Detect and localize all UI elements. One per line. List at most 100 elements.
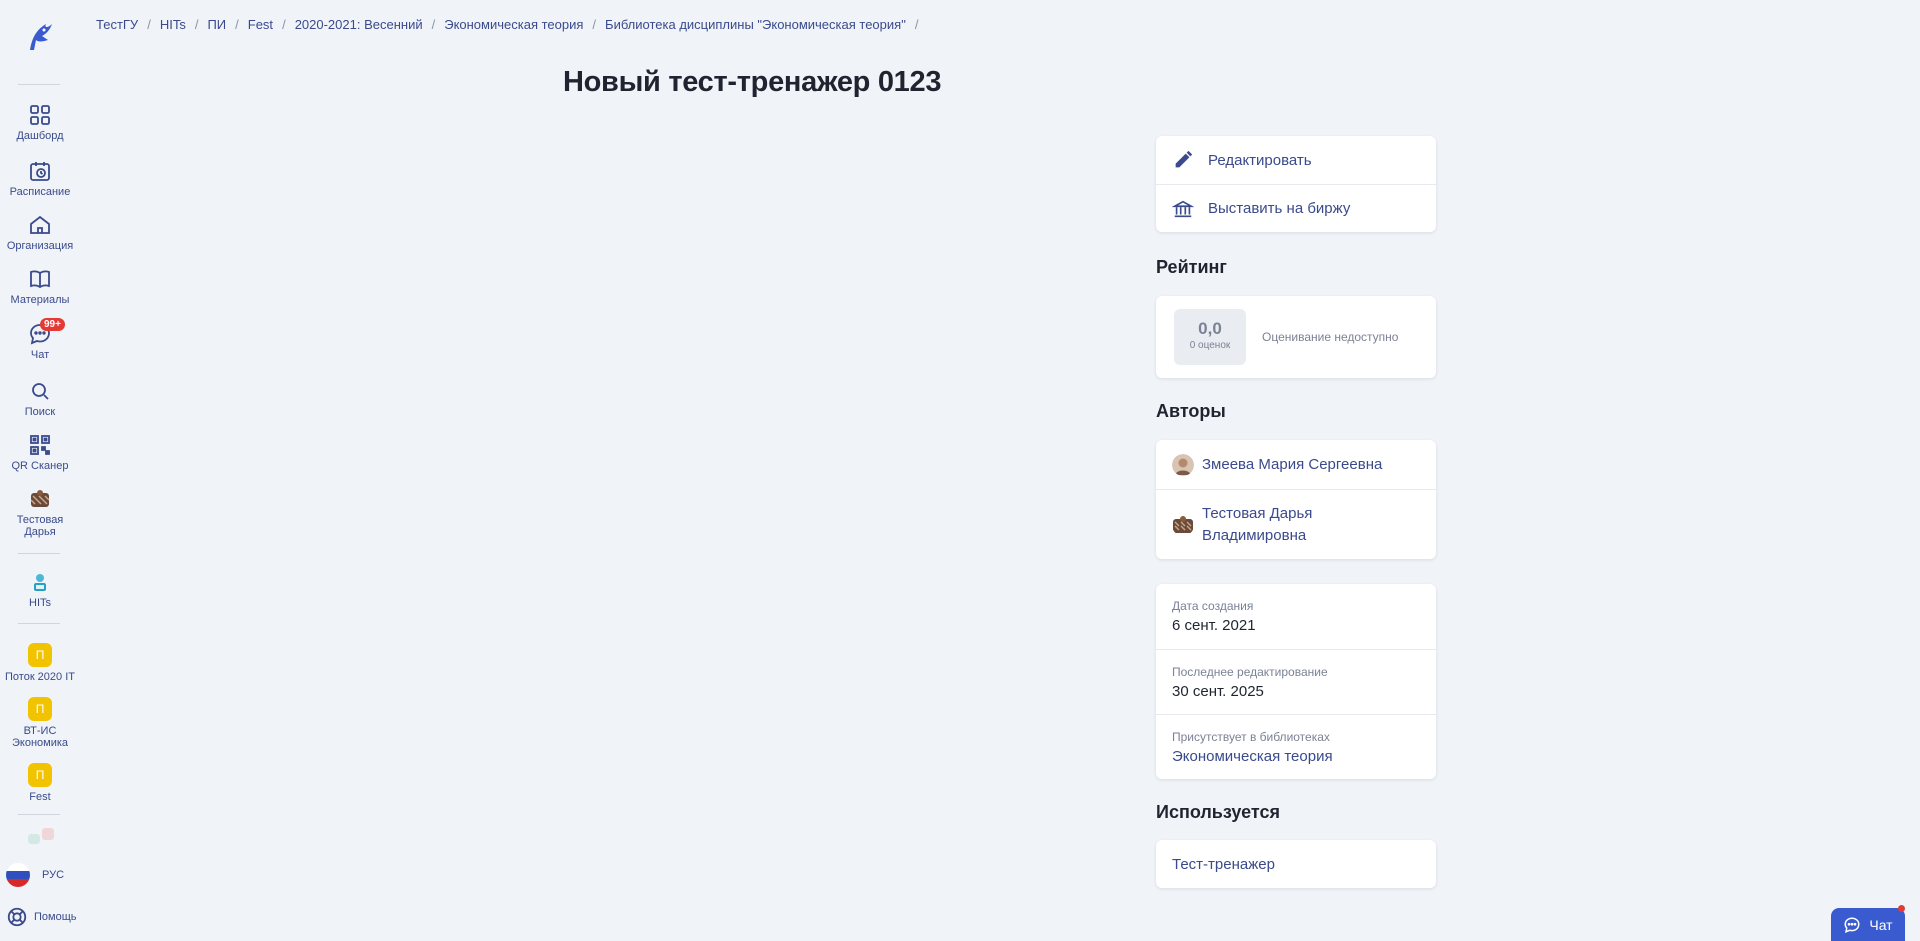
breadcrumb-separator: / — [235, 17, 239, 32]
sidebar-item-label: Материалы — [10, 294, 70, 306]
logo-icon[interactable] — [22, 18, 58, 54]
libraries-field: Присутствует в библиотеках Экономическая… — [1156, 714, 1436, 779]
lifebuoy-icon — [7, 907, 27, 927]
sidebar-item-chat[interactable]: 99+ Чат — [0, 318, 80, 361]
sidebar-item-qr[interactable]: QR Сканер — [0, 433, 80, 472]
help-link[interactable]: Помощь — [6, 906, 77, 928]
breadcrumb-item[interactable]: Библиотека дисциплины "Экономическая тео… — [605, 17, 906, 32]
breadcrumb-separator: / — [282, 17, 286, 32]
breadcrumb-item[interactable]: ПИ — [207, 17, 226, 32]
hits-icon — [34, 574, 46, 591]
authors-title: Авторы — [1156, 401, 1226, 421]
created-field: Дата создания 6 сент. 2021 — [1156, 584, 1436, 649]
breadcrumb-separator: / — [194, 17, 199, 32]
chat-bubble-icon — [1844, 916, 1860, 933]
sidebar-item-label: Тестовая Дарья — [16, 514, 64, 538]
notification-dot — [1898, 905, 1905, 912]
authors-card: Змеева Мария Сергеевна Тестовая Дарья Вл… — [1156, 440, 1436, 559]
rating-score: 0,0 0 оценок — [1174, 309, 1246, 365]
sidebar-item-schedule[interactable]: Расписание — [0, 159, 80, 198]
libraries-label: Присутствует в библиотеках — [1172, 729, 1330, 744]
sidebar-divider — [18, 623, 60, 624]
edited-field: Последнее редактирование 30 сент. 2025 — [1156, 649, 1436, 714]
rating-note: Оценивание недоступно — [1262, 330, 1399, 344]
breadcrumb-item[interactable]: HITs — [160, 17, 186, 32]
sidebar-item-label: Организация — [6, 240, 74, 252]
help-label: Помощь — [34, 911, 77, 923]
chat-button[interactable]: Чат — [1831, 908, 1905, 941]
russia-flag-icon — [6, 863, 30, 887]
language-switch[interactable]: РУС — [6, 863, 64, 887]
sidebar-item-label: Fest — [29, 791, 51, 803]
edited-value: 30 сент. 2025 — [1172, 682, 1264, 700]
publish-label: Выставить на биржу — [1208, 200, 1351, 217]
sidebar-item-label: Поиск — [24, 406, 56, 418]
sidebar-item-search[interactable]: Поиск — [0, 379, 80, 418]
breadcrumb-separator: / — [914, 17, 919, 32]
edit-button[interactable]: Редактировать — [1156, 136, 1436, 184]
sidebar-item-org-1[interactable]: П Поток 2020 IT — [0, 643, 80, 683]
author-name: Змеева Мария Сергеевна — [1202, 456, 1383, 473]
sidebar-item-label: ВТ-ИС Экономика — [11, 725, 69, 749]
grid-icon — [30, 105, 50, 125]
publish-button[interactable]: Выставить на биржу — [1156, 184, 1436, 232]
usage-item-label: Тест-тренажер — [1172, 855, 1275, 873]
sidebar-item-organization[interactable]: Организация — [0, 213, 80, 252]
chat-button-label: Чат — [1869, 916, 1893, 933]
edited-label: Последнее редактирование — [1172, 664, 1328, 679]
author-item[interactable]: Тестовая Дарья Владимировна — [1156, 489, 1436, 559]
rating-value: 0,0 — [1198, 319, 1222, 338]
avatar-icon — [30, 490, 50, 507]
org-letter-icon: П — [28, 763, 52, 787]
org-letter-icon: П — [28, 697, 52, 721]
bank-icon — [1172, 200, 1194, 217]
usage-title: Используется — [1156, 802, 1281, 822]
rating-card: 0,0 0 оценок Оценивание недоступно — [1156, 296, 1436, 378]
sidebar-item-label: Расписание — [9, 186, 71, 198]
sidebar-divider — [18, 553, 60, 554]
sidebar-divider — [18, 84, 60, 85]
sidebar-divider — [18, 814, 60, 815]
sidebar-item-label: Дашборд — [16, 130, 64, 142]
rating-title: Рейтинг — [1156, 257, 1227, 277]
sidebar: Дашборд Расписание Организация Материалы… — [0, 0, 80, 941]
breadcrumb-separator: / — [147, 17, 151, 32]
breadcrumb-item[interactable]: ТестГУ — [96, 17, 138, 32]
sidebar-item-dashboard[interactable]: Дашборд — [0, 103, 80, 142]
author-item[interactable]: Змеева Мария Сергеевна — [1156, 440, 1436, 489]
usage-item[interactable]: Тест-тренажер — [1156, 840, 1436, 888]
breadcrumb: ТестГУ / HITs / ПИ / Fest / 2020-2021: Весен… — [96, 17, 927, 32]
language-label: РУС — [42, 869, 65, 881]
sidebar-item-label: QR Сканер — [11, 460, 69, 472]
book-icon — [30, 270, 50, 289]
author-name: Тестовая Дарья Владимировна — [1202, 504, 1313, 544]
sidebar-fade — [26, 826, 56, 846]
edit-label: Редактировать — [1208, 151, 1312, 169]
qr-icon — [30, 435, 50, 455]
sidebar-item-org-2[interactable]: П ВТ-ИС Экономика — [0, 697, 80, 749]
sidebar-item-label: Поток 2020 IT — [5, 671, 75, 683]
sidebar-item-label: HITs — [29, 597, 51, 609]
sidebar-item-materials[interactable]: Материалы — [0, 267, 80, 306]
org-letter-icon: П — [28, 643, 52, 667]
breadcrumb-separator: / — [592, 17, 597, 32]
page-title: Новый тест-тренажер 0123 — [563, 66, 942, 98]
breadcrumb-item[interactable]: Fest — [248, 17, 273, 32]
actions-card: Редактировать Выставить на биржу — [1156, 136, 1436, 232]
pencil-icon — [1175, 150, 1193, 168]
info-card: Дата создания 6 сент. 2021 Последнее ред… — [1156, 584, 1436, 779]
library-link[interactable]: Экономическая теория — [1172, 748, 1420, 765]
breadcrumb-item[interactable]: 2020-2021: Весенний — [295, 17, 423, 32]
sidebar-item-hits[interactable]: HITs — [0, 570, 80, 609]
unread-badge: 99+ — [40, 318, 65, 331]
breadcrumb-item[interactable]: Экономическая теория — [444, 17, 583, 32]
avatar — [1173, 515, 1193, 533]
search-icon — [32, 383, 49, 400]
avatar — [1172, 453, 1194, 476]
sidebar-item-profile[interactable]: Тестовая Дарья — [0, 487, 80, 538]
sidebar-item-org-3[interactable]: П Fest — [0, 763, 80, 803]
home-icon — [30, 215, 50, 234]
rating-count: 0 оценок — [1189, 340, 1231, 351]
breadcrumb-separator: / — [431, 17, 436, 32]
calendar-icon — [30, 162, 50, 181]
